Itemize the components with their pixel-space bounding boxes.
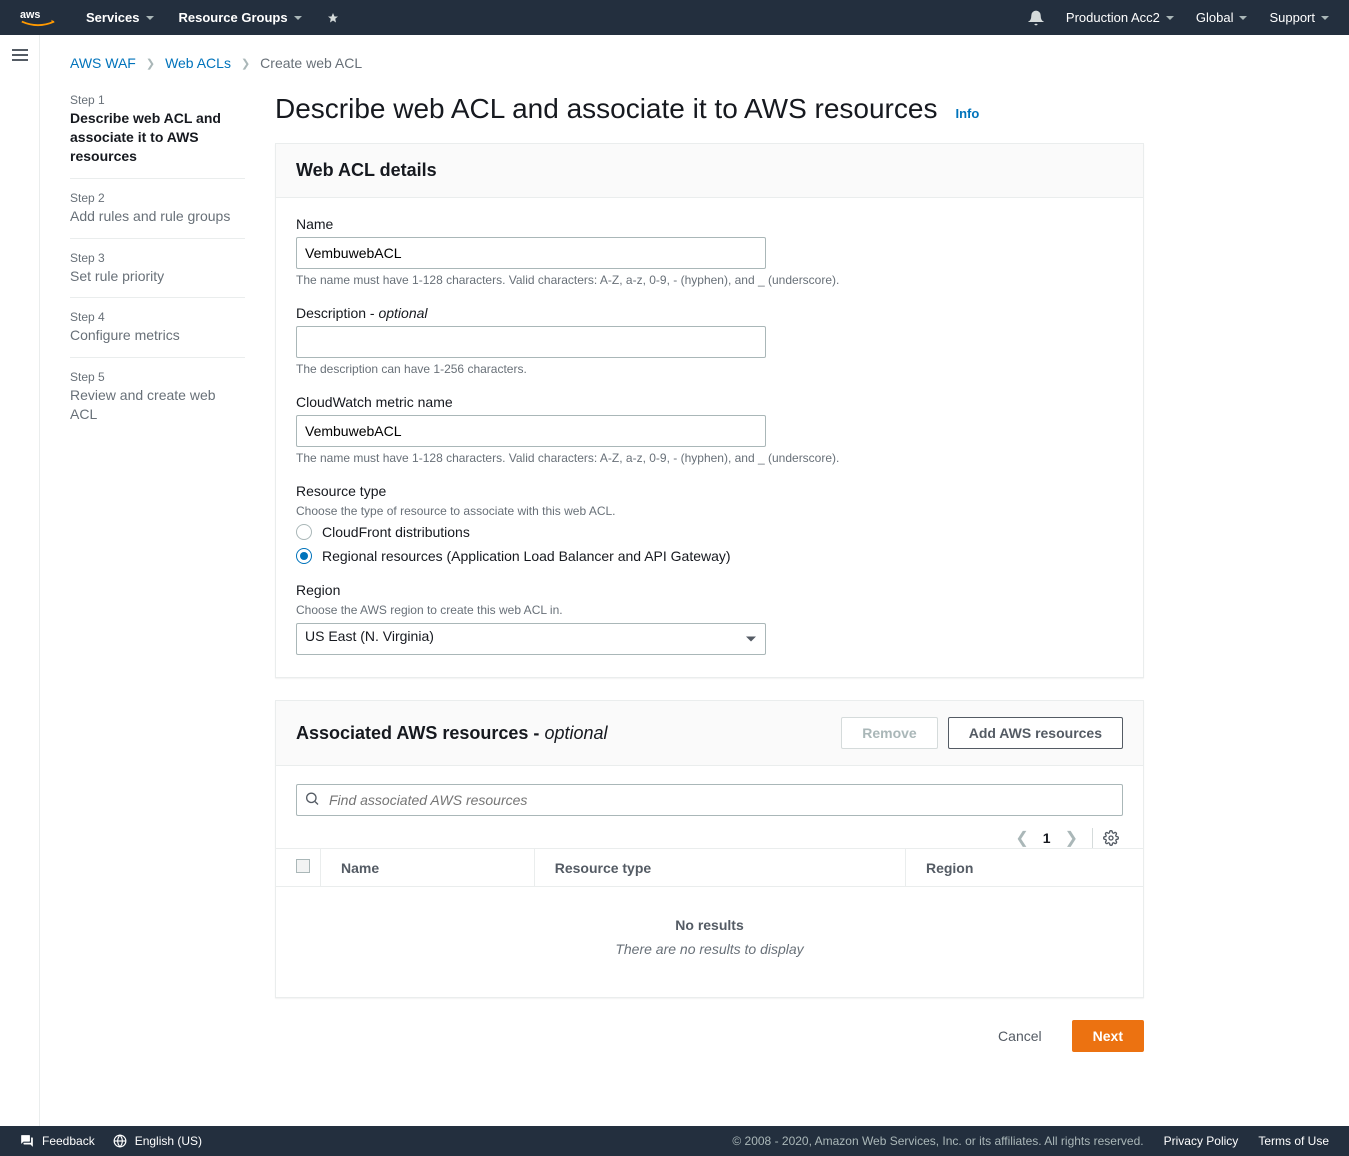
region-label: Region bbox=[296, 582, 1123, 598]
nav-resource-groups[interactable]: Resource Groups bbox=[179, 10, 302, 25]
description-input[interactable] bbox=[296, 326, 766, 358]
name-input[interactable] bbox=[296, 237, 766, 269]
radio-icon bbox=[296, 548, 312, 564]
resource-type-desc: Choose the type of resource to associate… bbox=[296, 504, 1123, 518]
wizard-step-2: Step 2 Add rules and rule groups bbox=[70, 179, 245, 239]
page-prev-icon: ❮ bbox=[1015, 828, 1028, 848]
notifications-icon[interactable] bbox=[1028, 10, 1044, 26]
cancel-button[interactable]: Cancel bbox=[978, 1020, 1062, 1052]
resource-type-label: Resource type bbox=[296, 483, 1123, 499]
panel-associated-resources: Associated AWS resources - optional Remo… bbox=[275, 700, 1144, 998]
radio-cloudfront[interactable]: CloudFront distributions bbox=[296, 524, 1123, 540]
wizard-step-4: Step 4 Configure metrics bbox=[70, 298, 245, 358]
radio-icon bbox=[296, 524, 312, 540]
search-icon bbox=[304, 791, 320, 810]
region-select[interactable]: US East (N. Virginia) bbox=[296, 623, 766, 655]
wizard-step-3: Step 3 Set rule priority bbox=[70, 239, 245, 299]
aws-logo[interactable]: aws bbox=[20, 7, 56, 29]
copyright: © 2008 - 2020, Amazon Web Services, Inc.… bbox=[732, 1134, 1143, 1148]
hamburger-icon bbox=[12, 49, 28, 63]
settings-icon[interactable] bbox=[1092, 828, 1119, 848]
no-results: No results There are no results to displ… bbox=[276, 887, 1143, 997]
region-desc: Choose the AWS region to create this web… bbox=[296, 603, 1123, 617]
add-aws-resources-button[interactable]: Add AWS resources bbox=[948, 717, 1123, 749]
chevron-right-icon: ❯ bbox=[241, 57, 250, 70]
nav-pin-icon[interactable] bbox=[327, 12, 339, 24]
chevron-right-icon: ❯ bbox=[146, 57, 155, 70]
page-number: 1 bbox=[1043, 830, 1051, 846]
privacy-link[interactable]: Privacy Policy bbox=[1164, 1134, 1239, 1148]
breadcrumb-webacls[interactable]: Web ACLs bbox=[165, 55, 231, 71]
panel-title-associated: Associated AWS resources - optional bbox=[296, 723, 608, 744]
description-label: Description - optional bbox=[296, 305, 1123, 321]
resources-table: Name Resource type Region bbox=[276, 848, 1143, 887]
pagination: ❮ 1 ❯ bbox=[296, 816, 1123, 848]
nav-support[interactable]: Support bbox=[1269, 10, 1329, 25]
top-nav: aws Services Resource Groups Production … bbox=[0, 0, 1349, 35]
select-all-checkbox[interactable] bbox=[296, 859, 310, 873]
caret-down-icon bbox=[146, 16, 154, 20]
panel-title-details: Web ACL details bbox=[296, 160, 437, 181]
col-region[interactable]: Region bbox=[905, 849, 1143, 887]
nav-account[interactable]: Production Acc2 bbox=[1066, 10, 1174, 25]
main-content: AWS WAF ❯ Web ACLs ❯ Create web ACL Step… bbox=[40, 35, 1349, 1126]
wizard-nav: Step 1 Describe web ACL and associate it… bbox=[70, 93, 245, 436]
col-type[interactable]: Resource type bbox=[534, 849, 905, 887]
description-help: The description can have 1-256 character… bbox=[296, 362, 1123, 376]
bottom-bar: Feedback English (US) © 2008 - 2020, Ama… bbox=[0, 1126, 1349, 1156]
caret-down-icon bbox=[1239, 16, 1247, 20]
wizard-actions: Cancel Next bbox=[275, 1020, 1144, 1052]
radio-regional[interactable]: Regional resources (Application Load Bal… bbox=[296, 548, 1123, 564]
wizard-step-1[interactable]: Step 1 Describe web ACL and associate it… bbox=[70, 93, 245, 179]
sidebar-toggle[interactable] bbox=[0, 35, 40, 1126]
name-help: The name must have 1-128 characters. Val… bbox=[296, 273, 1123, 287]
panel-web-acl-details: Web ACL details Name The name must have … bbox=[275, 143, 1144, 678]
metric-label: CloudWatch metric name bbox=[296, 394, 1123, 410]
metric-input[interactable] bbox=[296, 415, 766, 447]
feedback-link[interactable]: Feedback bbox=[20, 1134, 95, 1148]
caret-down-icon bbox=[1321, 16, 1329, 20]
page-next-icon: ❯ bbox=[1065, 828, 1078, 848]
metric-help: The name must have 1-128 characters. Val… bbox=[296, 451, 1123, 465]
breadcrumb-waf[interactable]: AWS WAF bbox=[70, 55, 136, 71]
search-resources-input[interactable] bbox=[296, 784, 1123, 816]
col-name[interactable]: Name bbox=[321, 849, 535, 887]
svg-text:aws: aws bbox=[20, 8, 40, 20]
wizard-step-5: Step 5 Review and create web ACL bbox=[70, 358, 245, 436]
language-selector[interactable]: English (US) bbox=[113, 1134, 202, 1148]
remove-button: Remove bbox=[841, 717, 937, 749]
next-button[interactable]: Next bbox=[1072, 1020, 1144, 1052]
breadcrumb: AWS WAF ❯ Web ACLs ❯ Create web ACL bbox=[40, 35, 1349, 93]
breadcrumb-current: Create web ACL bbox=[260, 55, 362, 71]
caret-down-icon bbox=[1166, 16, 1174, 20]
page-title: Describe web ACL and associate it to AWS… bbox=[275, 93, 937, 125]
name-label: Name bbox=[296, 216, 1123, 232]
caret-down-icon bbox=[294, 16, 302, 20]
terms-link[interactable]: Terms of Use bbox=[1258, 1134, 1329, 1148]
info-link[interactable]: Info bbox=[955, 106, 979, 121]
nav-region[interactable]: Global bbox=[1196, 10, 1248, 25]
nav-services[interactable]: Services bbox=[86, 10, 154, 25]
